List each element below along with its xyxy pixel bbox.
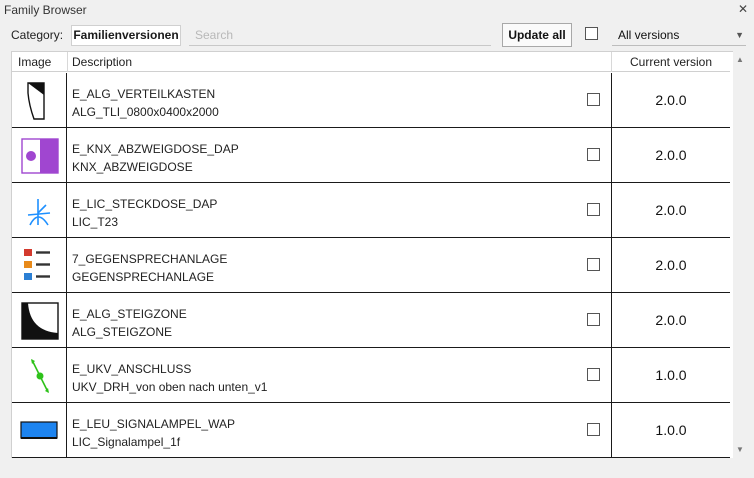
- category-label: Category:: [11, 28, 64, 42]
- row-checkbox[interactable]: [587, 93, 600, 106]
- intercom-icon: [24, 249, 50, 280]
- family-table: Image Description Current version E_ALG_…: [11, 51, 744, 458]
- table-row[interactable]: E_LEU_SIGNALAMPEL_WAP LIC_Signalampel_1f…: [12, 403, 730, 458]
- row-checkbox[interactable]: [587, 203, 600, 216]
- signal-lamp-icon: [20, 421, 58, 439]
- table-row[interactable]: 7_GEGENSPRECHANLAGE GEGENSPRECHANLAGE 2.…: [12, 238, 730, 293]
- select-all-checkbox[interactable]: [585, 27, 598, 40]
- family-name: E_ALG_STEIGZONE: [72, 307, 187, 321]
- version-cell: 2.0.0: [611, 183, 730, 237]
- row-checkbox[interactable]: [587, 368, 600, 381]
- family-name: E_UKV_ANSCHLUSS: [72, 362, 192, 376]
- family-type: LIC_T23: [72, 215, 119, 229]
- family-name: E_LEU_SIGNALAMPEL_WAP: [72, 417, 235, 431]
- scroll-up-icon[interactable]: ▲: [733, 53, 747, 67]
- toolbar: Category: Familienversionen Update all A…: [0, 22, 754, 48]
- row-image: [12, 293, 67, 347]
- family-name: E_KNX_ABZWEIGDOSE_DAP: [72, 142, 239, 156]
- bottom-bar: [0, 460, 754, 478]
- table-row[interactable]: E_ALG_VERTEILKASTEN ALG_TLI_0800x0400x20…: [12, 73, 730, 128]
- family-name: E_ALG_VERTEILKASTEN: [72, 87, 216, 101]
- version-cell: 1.0.0: [611, 348, 730, 402]
- family-type: KNX_ABZWEIGDOSE: [72, 160, 193, 174]
- header-divider: [67, 52, 68, 72]
- scrollbar-thumb[interactable]: [737, 67, 743, 439]
- category-button[interactable]: Familienversionen: [71, 25, 181, 46]
- distribution-box-icon: [27, 82, 45, 120]
- table-row[interactable]: E_ALG_STEIGZONE ALG_STEIGZONE 2.0.0: [12, 293, 730, 348]
- family-type: ALG_TLI_0800x0400x2000: [72, 105, 219, 119]
- table-row[interactable]: E_UKV_ANSCHLUSS UKV_DRH_von oben nach un…: [12, 348, 730, 403]
- table-header: Image Description Current version: [12, 52, 730, 72]
- vertical-scrollbar[interactable]: ▲ ▼: [733, 51, 747, 458]
- version-cell: 1.0.0: [611, 403, 730, 457]
- chevron-down-icon: ▼: [735, 30, 744, 40]
- family-name: E_LIC_STECKDOSE_DAP: [72, 197, 218, 211]
- table-row[interactable]: E_LIC_STECKDOSE_DAP LIC_T23 2.0.0: [12, 183, 730, 238]
- row-image: [12, 238, 67, 292]
- row-checkbox[interactable]: [587, 148, 600, 161]
- header-description[interactable]: Description: [72, 52, 132, 72]
- scroll-down-icon[interactable]: ▼: [733, 443, 747, 457]
- version-cell: 2.0.0: [611, 73, 730, 127]
- row-image: [12, 348, 67, 402]
- header-image[interactable]: Image: [18, 52, 51, 72]
- version-cell: 2.0.0: [611, 293, 730, 347]
- close-icon[interactable]: ✕: [735, 1, 751, 17]
- family-type: ALG_STEIGZONE: [72, 325, 173, 339]
- row-image: [12, 403, 67, 457]
- table-row[interactable]: E_KNX_ABZWEIGDOSE_DAP KNX_ABZWEIGDOSE 2.…: [12, 128, 730, 183]
- search-input[interactable]: [189, 25, 491, 46]
- version-cell: 2.0.0: [611, 238, 730, 292]
- family-name: 7_GEGENSPRECHANLAGE: [72, 252, 228, 266]
- version-cell: 2.0.0: [611, 128, 730, 182]
- row-checkbox[interactable]: [587, 258, 600, 271]
- update-all-button[interactable]: Update all: [502, 23, 572, 47]
- riser-zone-icon: [21, 302, 59, 340]
- row-image: [12, 73, 67, 127]
- row-image: [12, 128, 67, 182]
- window-title: Family Browser: [4, 3, 87, 17]
- connection-icon: [31, 359, 49, 393]
- versions-dropdown[interactable]: All versions ▼: [612, 25, 746, 46]
- junction-box-icon: [21, 138, 59, 174]
- family-type: GEGENSPRECHANLAGE: [72, 270, 215, 284]
- title-bar: Family Browser ✕: [0, 0, 754, 20]
- family-type: LIC_Signalampel_1f: [72, 435, 181, 449]
- header-current-version[interactable]: Current version: [612, 52, 730, 72]
- row-checkbox[interactable]: [587, 313, 600, 326]
- versions-dropdown-value: All versions: [618, 28, 680, 42]
- row-checkbox[interactable]: [587, 423, 600, 436]
- row-image: [12, 183, 67, 237]
- family-type: UKV_DRH_von oben nach unten_v1: [72, 380, 268, 394]
- socket-outlet-icon: [27, 199, 51, 226]
